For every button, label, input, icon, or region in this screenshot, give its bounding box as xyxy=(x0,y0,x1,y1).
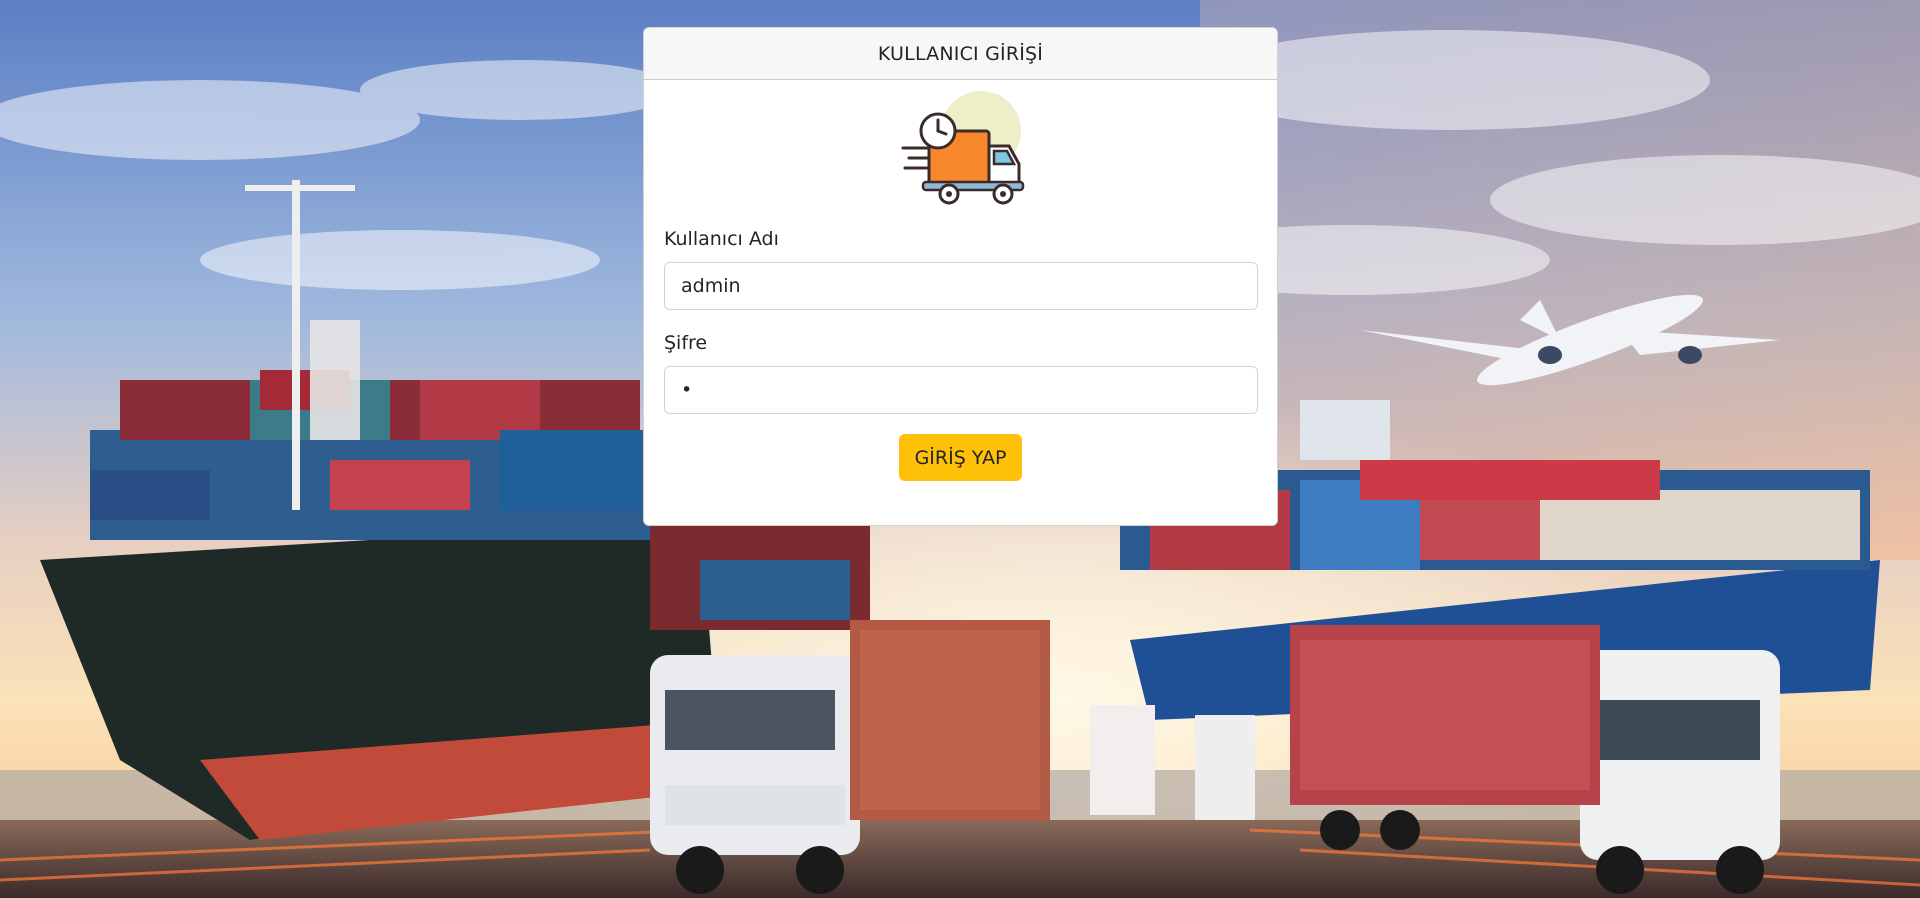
login-title: KULLANICI GİRİŞİ xyxy=(877,42,1044,65)
login-card-body: Kullanıcı Adı Şifre GİRİŞ YAP xyxy=(644,86,1277,481)
password-group: Şifre xyxy=(664,332,1258,414)
login-button[interactable]: GİRİŞ YAP xyxy=(898,434,1023,481)
password-input[interactable] xyxy=(664,366,1258,414)
submit-row: GİRİŞ YAP xyxy=(664,434,1257,481)
delivery-truck-logo-graphic xyxy=(901,91,1024,205)
username-label: Kullanıcı Adı xyxy=(664,228,779,250)
login-card: KULLANICI GİRİŞİ Kullanıcı Adı admin Şif… xyxy=(643,27,1278,526)
login-card-header: KULLANICI GİRİŞİ xyxy=(644,28,1277,80)
delivery-truck-icon xyxy=(891,86,1031,206)
password-label: Şifre xyxy=(664,332,708,354)
username-group: Kullanıcı Adı xyxy=(664,228,1258,310)
username-input[interactable] xyxy=(664,262,1258,310)
